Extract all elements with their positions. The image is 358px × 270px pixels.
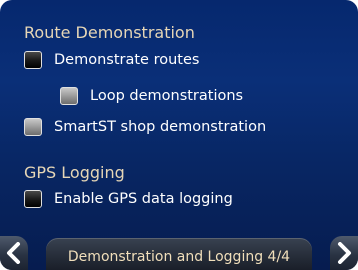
chevron-left-icon bbox=[7, 242, 20, 264]
page-title-tab: Demonstration and Logging 4/4 bbox=[46, 238, 312, 270]
page-title: Demonstration and Logging 4/4 bbox=[67, 249, 291, 265]
next-page-button[interactable] bbox=[330, 236, 358, 270]
enable-gps-logging-checkbox[interactable] bbox=[24, 190, 42, 208]
loop-demonstrations-option[interactable]: Loop demonstrations bbox=[60, 87, 243, 105]
demonstrate-routes-option[interactable]: Demonstrate routes bbox=[24, 51, 199, 69]
previous-page-button[interactable] bbox=[0, 236, 28, 270]
demonstrate-routes-label: Demonstrate routes bbox=[54, 52, 200, 68]
smartst-shop-demonstration-checkbox[interactable] bbox=[24, 118, 42, 136]
settings-screen: Route Demonstration Demonstrate routes L… bbox=[0, 0, 358, 270]
chevron-right-icon bbox=[338, 242, 351, 264]
loop-demonstrations-label: Loop demonstrations bbox=[90, 88, 244, 104]
gps-logging-heading: GPS Logging bbox=[24, 163, 125, 182]
bottom-navigation-bar: Demonstration and Logging 4/4 bbox=[0, 236, 358, 270]
route-demonstration-heading: Route Demonstration bbox=[24, 23, 195, 42]
smartst-shop-demonstration-option[interactable]: SmartST shop demonstration bbox=[24, 118, 266, 136]
loop-demonstrations-checkbox[interactable] bbox=[60, 87, 78, 105]
enable-gps-logging-option[interactable]: Enable GPS data logging bbox=[24, 190, 233, 208]
smartst-shop-demonstration-label: SmartST shop demonstration bbox=[54, 119, 267, 135]
enable-gps-logging-label: Enable GPS data logging bbox=[54, 191, 233, 207]
demonstrate-routes-checkbox[interactable] bbox=[24, 51, 42, 69]
